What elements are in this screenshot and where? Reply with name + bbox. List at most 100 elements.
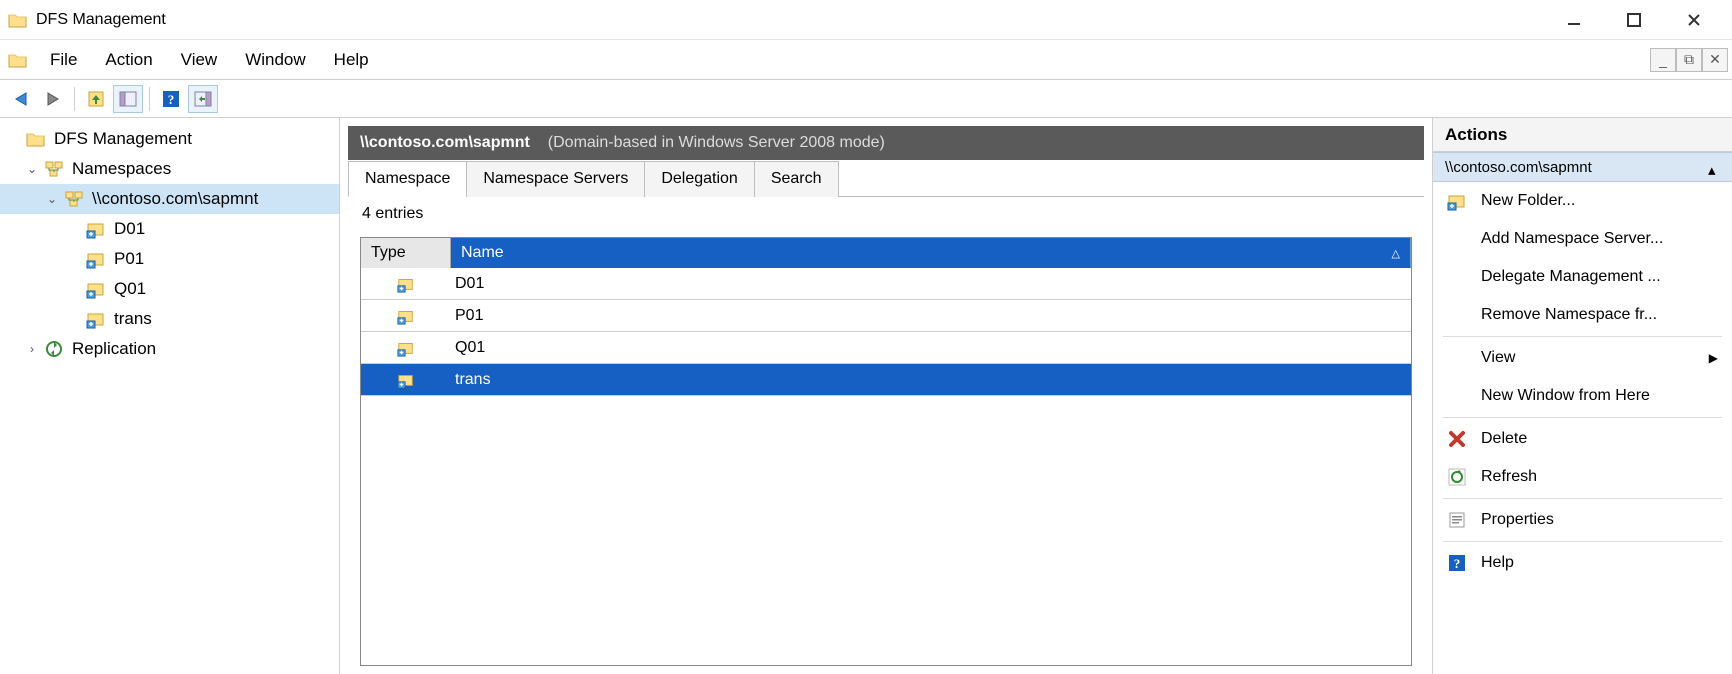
titlebar: DFS Management [0, 0, 1732, 40]
toolbar [0, 80, 1732, 118]
action-remove-namespace[interactable]: Remove Namespace fr... [1433, 296, 1732, 334]
actions-header: Actions [1433, 118, 1732, 152]
table-row[interactable]: P01 [361, 300, 1411, 332]
tree-namespace-path-label: \\contoso.com\sapmnt [92, 189, 258, 209]
action-new-window[interactable]: New Window from Here [1433, 377, 1732, 415]
tree-replication[interactable]: › Replication [0, 334, 339, 364]
column-type[interactable]: Type [361, 238, 451, 268]
action-label: New Window from Here [1481, 387, 1650, 405]
menu-file[interactable]: File [36, 50, 91, 70]
submenu-arrow-icon: ▶ [1709, 351, 1718, 365]
link-folder-icon [86, 249, 106, 269]
action-label: Remove Namespace fr... [1481, 306, 1657, 324]
tree-namespaces[interactable]: ⌄ Namespaces [0, 154, 339, 184]
tree-folder[interactable]: P01 [0, 244, 339, 274]
tree-folder[interactable]: trans [0, 304, 339, 334]
mdi-restore[interactable]: ⧉ [1676, 48, 1702, 72]
content-path: \\contoso.com\sapmnt [360, 134, 530, 152]
row-name: trans [451, 371, 1411, 389]
tab-namespace-servers[interactable]: Namespace Servers [466, 161, 645, 197]
show-actions-button[interactable] [188, 85, 218, 113]
tree-namespace-path[interactable]: ⌄ \\contoso.com\sapmnt [0, 184, 339, 214]
show-tree-button[interactable] [113, 85, 143, 113]
tree-root[interactable]: DFS Management [0, 124, 339, 154]
action-label: View [1481, 349, 1515, 367]
app-icon [8, 10, 28, 30]
content-header: \\contoso.com\sapmnt (Domain-based in Wi… [348, 126, 1424, 160]
action-help[interactable]: Help [1433, 544, 1732, 582]
blank-icon [1447, 386, 1467, 406]
link-folder-icon [86, 279, 106, 299]
action-separator [1443, 541, 1722, 542]
action-delegate-management[interactable]: Delegate Management ... [1433, 258, 1732, 296]
table-row[interactable]: trans [361, 364, 1411, 396]
new-folder-icon [1447, 191, 1467, 211]
link-folder-icon [397, 275, 415, 293]
mdi-minimize[interactable]: _ [1650, 48, 1676, 72]
link-folder-icon [397, 307, 415, 325]
help-button[interactable] [156, 85, 186, 113]
tab-search[interactable]: Search [754, 161, 839, 197]
chevron-right-icon[interactable]: › [24, 342, 40, 356]
table-header: Type Name △ [361, 238, 1411, 268]
tree-folder-label: trans [114, 309, 152, 329]
up-level-button[interactable] [81, 85, 111, 113]
blank-icon [1447, 305, 1467, 325]
action-label: New Folder... [1481, 192, 1575, 210]
window-title: DFS Management [36, 11, 1544, 29]
chevron-down-icon[interactable]: ⌄ [44, 192, 60, 206]
action-delete[interactable]: Delete [1433, 420, 1732, 458]
blank-icon [1447, 267, 1467, 287]
link-folder-icon [86, 309, 106, 329]
entries-table: Type Name △ D01 P01 Q01 [360, 237, 1412, 666]
app-icon-small [8, 50, 28, 70]
namespaces-icon [44, 159, 64, 179]
action-refresh[interactable]: Refresh [1433, 458, 1732, 496]
column-name[interactable]: Name △ [451, 238, 1411, 268]
menu-action[interactable]: Action [91, 50, 166, 70]
toolbar-separator [149, 87, 150, 111]
window-minimize-button[interactable] [1544, 0, 1604, 40]
namespace-icon [64, 189, 84, 209]
nav-back-button[interactable] [6, 85, 36, 113]
tab-strip: Namespace Namespace Servers Delegation S… [348, 160, 1424, 197]
tree-replication-label: Replication [72, 339, 156, 359]
chevron-down-icon[interactable]: ⌄ [24, 162, 40, 176]
actions-context-label: \\contoso.com\sapmnt [1445, 159, 1592, 176]
mdi-close[interactable]: ✕ [1702, 48, 1728, 72]
actions-context[interactable]: \\contoso.com\sapmnt ▴ [1433, 152, 1732, 182]
table-row[interactable]: Q01 [361, 332, 1411, 364]
action-new-folder[interactable]: New Folder... [1433, 182, 1732, 220]
delete-icon [1447, 429, 1467, 449]
action-separator [1443, 417, 1722, 418]
row-name: Q01 [451, 339, 1411, 357]
tree-root-label: DFS Management [54, 129, 192, 149]
tab-namespace[interactable]: Namespace [348, 161, 467, 197]
column-name-label: Name [461, 244, 504, 262]
tree-folder[interactable]: Q01 [0, 274, 339, 304]
window-close-button[interactable] [1664, 0, 1724, 40]
entries-count: 4 entries [348, 197, 1424, 231]
table-row[interactable]: D01 [361, 268, 1411, 300]
action-properties[interactable]: Properties [1433, 501, 1732, 539]
nav-forward-button[interactable] [38, 85, 68, 113]
properties-icon [1447, 510, 1467, 530]
window-maximize-button[interactable] [1604, 0, 1664, 40]
folder-icon [26, 129, 46, 149]
tree-folder[interactable]: D01 [0, 214, 339, 244]
action-label: Properties [1481, 511, 1554, 529]
action-label: Delegate Management ... [1481, 268, 1661, 286]
tab-delegation[interactable]: Delegation [644, 161, 755, 197]
menubar: File Action View Window Help _ ⧉ ✕ [0, 40, 1732, 80]
help-icon [1447, 553, 1467, 573]
collapse-icon[interactable]: ▴ [1708, 161, 1720, 173]
menu-view[interactable]: View [167, 50, 232, 70]
tree-namespaces-label: Namespaces [72, 159, 171, 179]
row-name: D01 [451, 275, 1411, 293]
action-view[interactable]: View ▶ [1433, 339, 1732, 377]
menu-help[interactable]: Help [320, 50, 383, 70]
menu-window[interactable]: Window [231, 50, 319, 70]
action-label: Delete [1481, 430, 1527, 448]
tree-folder-label: D01 [114, 219, 145, 239]
action-add-namespace-server[interactable]: Add Namespace Server... [1433, 220, 1732, 258]
